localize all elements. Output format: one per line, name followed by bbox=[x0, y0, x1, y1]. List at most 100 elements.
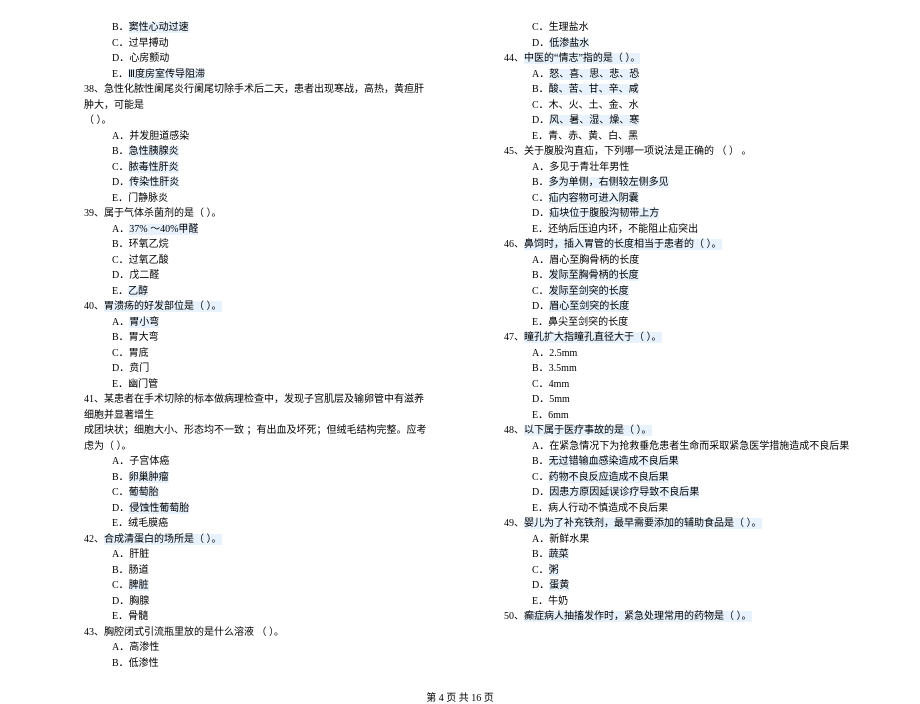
option-text: 门静脉炎 bbox=[128, 193, 168, 204]
option: A．新鲜水果 bbox=[532, 532, 850, 548]
qtext: 某患者在手术切除的标本做病理检查中，发现子宫肌层及输卵管中有滋养细胞并显著增生 bbox=[84, 394, 424, 421]
option-text: 鼻尖至剑突的长度 bbox=[548, 317, 628, 328]
option-text: 多见于青壮年男性 bbox=[549, 162, 629, 173]
option-text: 蛋黄 bbox=[549, 580, 569, 591]
option: D．低渗盐水 bbox=[532, 36, 850, 52]
option-text: 青、赤、黄、白、黑 bbox=[548, 131, 638, 142]
qtext: 鼻饲时，插入胃管的长度相当于患者的（ ）。 bbox=[524, 239, 722, 250]
qtext: 瞳孔扩大指瞳孔直径大于（ ）。 bbox=[524, 332, 662, 343]
option: E．牛奶 bbox=[532, 594, 850, 610]
option-text: 急性胰腺炎 bbox=[129, 146, 179, 157]
option-text: 疝块位于腹股沟韧带上方 bbox=[549, 208, 659, 219]
qtext: 癫症病人抽搐发作时，紧急处理常用的药物是（ ）。 bbox=[524, 611, 752, 622]
qtext: 急性化脓性阑尾炎行阑尾切除手术后二天，患者出现寒战，高热，黄疸肝肿大，可能是 bbox=[84, 84, 424, 111]
option-text: 多为单侧，右侧较左侧多见 bbox=[549, 177, 669, 188]
option: D．心房颤动 bbox=[112, 51, 430, 67]
option-text: 生理盐水 bbox=[549, 22, 589, 33]
option: A．并发胆道感染 bbox=[112, 129, 430, 145]
option: D．侵蚀性葡萄胎 bbox=[112, 501, 430, 517]
question-41-cont: 成团块状；细胞大小、形态均不一致 ；有出血及坏死；但绒毛结构完整。应考虑为（ ）… bbox=[84, 423, 430, 454]
option: B．蔬菜 bbox=[532, 547, 850, 563]
option: E．还纳后压迫内环，不能阻止疝突出 bbox=[532, 222, 850, 238]
qtext: 合成清蛋白的场所是（ ）。 bbox=[104, 534, 222, 545]
option: E．乙醇 bbox=[112, 284, 430, 300]
option-text: 并发胆道感染 bbox=[129, 131, 189, 142]
option: B．发际至胸骨柄的长度 bbox=[532, 268, 850, 284]
option: E．鼻尖至剑突的长度 bbox=[532, 315, 850, 331]
option-text: 无过错输血感染造成不良后果 bbox=[549, 456, 679, 467]
option-text: 环氧乙烷 bbox=[129, 239, 169, 250]
qnum: 41、 bbox=[84, 394, 104, 405]
option-text: 新鲜水果 bbox=[549, 534, 589, 545]
qnum: 38、 bbox=[84, 84, 104, 95]
option: C．葡萄胎 bbox=[112, 485, 430, 501]
option: A．眉心至胸骨柄的长度 bbox=[532, 253, 850, 269]
option: E．Ⅲ度房室传导阻滞 bbox=[112, 67, 430, 83]
qnum: 45、 bbox=[504, 146, 524, 157]
page-columns: B．窦性心动过速 C．过早搏动 D．心房颤动 E．Ⅲ度房室传导阻滞 38、急性化… bbox=[0, 0, 920, 681]
option: B．胃大弯 bbox=[112, 330, 430, 346]
qnum: 50、 bbox=[504, 611, 524, 622]
option-text: 绒毛膜癌 bbox=[128, 518, 168, 529]
question-38-paren: （ ）。 bbox=[84, 113, 430, 129]
option-text: 5mm bbox=[549, 394, 570, 405]
option: B．3.5mm bbox=[532, 361, 850, 377]
option-text: 过氧乙酸 bbox=[129, 255, 169, 266]
option-text: 发际至剑突的长度 bbox=[549, 286, 629, 297]
qnum: 49、 bbox=[504, 518, 524, 529]
option: E．门静脉炎 bbox=[112, 191, 430, 207]
option: C．粥 bbox=[532, 563, 850, 579]
option: C．疝内容物可进入阴囊 bbox=[532, 191, 850, 207]
option: E．病人行动不慎造成不良后果 bbox=[532, 501, 850, 517]
option-text: 37% ～40%甲醛 bbox=[129, 224, 198, 235]
option-text: 因患方原因延误诊疗导致不良后果 bbox=[549, 487, 699, 498]
option-text: 蔬菜 bbox=[549, 549, 569, 560]
right-column: C．生理盐水 D．低渗盐水 44、中医的“情志”指的是（ ）。 A．怒、喜、思、… bbox=[490, 20, 850, 671]
option: D．蛋黄 bbox=[532, 578, 850, 594]
option-text: 3.5mm bbox=[549, 363, 577, 374]
option: C．发际至剑突的长度 bbox=[532, 284, 850, 300]
option-text: 胸腺 bbox=[129, 596, 149, 607]
option: C．生理盐水 bbox=[532, 20, 850, 36]
option: D．5mm bbox=[532, 392, 850, 408]
option: A．子宫体癌 bbox=[112, 454, 430, 470]
qnum: 42、 bbox=[84, 534, 104, 545]
option-text: Ⅲ度房室传导阻滞 bbox=[128, 69, 205, 80]
option: D．胸腺 bbox=[112, 594, 430, 610]
question-39: 39、属于气体杀菌剂的是（ ）。 bbox=[84, 206, 430, 222]
option-text: 2.5mm bbox=[549, 348, 577, 359]
qnum: 47、 bbox=[504, 332, 524, 343]
qtext: 以下属于医疗事故的是（ ）。 bbox=[524, 425, 652, 436]
option-text: 低渗盐水 bbox=[549, 38, 589, 49]
option: A．2.5mm bbox=[532, 346, 850, 362]
option: B．卵巢肿瘤 bbox=[112, 470, 430, 486]
option-text: 骨髓 bbox=[128, 611, 148, 622]
option: D．疝块位于腹股沟韧带上方 bbox=[532, 206, 850, 222]
option-text: 粥 bbox=[549, 565, 559, 576]
question-44: 44、中医的“情志”指的是（ ）。 bbox=[504, 51, 850, 67]
question-45: 45、关于腹股沟直疝，下列哪一项说法是正确的 （ ） 。 bbox=[504, 144, 850, 160]
option: B．无过错输血感染造成不良后果 bbox=[532, 454, 850, 470]
option-text: 怒、喜、思、悲、恐 bbox=[549, 69, 639, 80]
option: D．风、暑、湿、燥、寒 bbox=[532, 113, 850, 129]
qnum: 43、 bbox=[84, 627, 104, 638]
option: E．骨髓 bbox=[112, 609, 430, 625]
option-text: 胃底 bbox=[129, 348, 149, 359]
option-text: 低渗性 bbox=[129, 658, 159, 669]
option: D．眉心至剑突的长度 bbox=[532, 299, 850, 315]
qnum: 48、 bbox=[504, 425, 524, 436]
question-42: 42、合成清蛋白的场所是（ ）。 bbox=[84, 532, 430, 548]
option-text: 药物不良反应造成不良后果 bbox=[549, 472, 669, 483]
option-text: 病人行动不慎造成不良后果 bbox=[548, 503, 668, 514]
option: B．多为单侧，右侧较左侧多见 bbox=[532, 175, 850, 191]
question-49: 49、婴儿为了补充铁剂，最早需要添加的辅助食品是（ ）。 bbox=[504, 516, 850, 532]
option-text: 肝脏 bbox=[129, 549, 149, 560]
option-text: 高渗性 bbox=[129, 642, 159, 653]
option-text: 过早搏动 bbox=[129, 38, 169, 49]
question-46: 46、鼻饲时，插入胃管的长度相当于患者的（ ）。 bbox=[504, 237, 850, 253]
option: B．肠道 bbox=[112, 563, 430, 579]
option: C．药物不良反应造成不良后果 bbox=[532, 470, 850, 486]
option: A．高渗性 bbox=[112, 640, 430, 656]
option-text: 6mm bbox=[548, 410, 569, 421]
option-text: 还纳后压迫内环，不能阻止疝突出 bbox=[548, 224, 698, 235]
